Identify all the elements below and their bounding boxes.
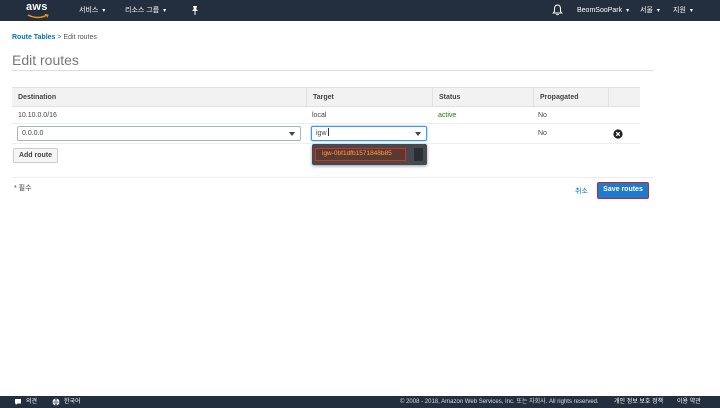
aws-smile-icon [27,14,49,19]
chevron-down-icon: ▾ [689,8,693,14]
chevron-down-icon: ▾ [102,8,106,14]
user-menu-label: BeomSooPark [577,7,623,14]
bottom-bar: 의견 한국어 © 2008 - 2018, Amazon Web Service… [0,396,720,408]
breadcrumb-current: Edit routes [63,34,97,41]
user-menu[interactable]: BeomSooPark ▾ [577,0,629,21]
feedback-link[interactable]: 의견 [26,396,37,408]
save-routes-button[interactable]: Save routes [597,182,649,199]
destination-select-value: 0.0.0.0 [22,130,44,137]
target-select-input[interactable]: igw [311,126,427,141]
chevron-down-icon: ▾ [656,8,660,14]
remove-route-icon[interactable] [613,129,623,139]
region-menu[interactable]: 서울 ▾ [640,0,660,21]
support-menu-label: 지원 [673,7,686,14]
route-destination-cell: 10.10.0.0/16 [18,112,57,119]
resource-groups-menu[interactable]: 리소스 그룹 ▾ [125,0,166,21]
row-divider [12,123,640,124]
resource-groups-menu-label: 리소스 그룹 [125,7,160,14]
caret-down-icon [415,132,421,136]
table-header: Destination Target Status Propagated [12,87,640,107]
support-menu[interactable]: 지원 ▾ [673,0,693,21]
privacy-policy-link[interactable]: 개인 정보 보호 정책 [614,396,663,408]
aws-logo[interactable]: aws [26,1,54,20]
column-header-propagated: Propagated [533,88,608,107]
top-navigation-bar: aws 서비스 ▾ 리소스 그룹 ▾ BeomSooPark ▾ 서울 ▾ 지원 ▾ [0,0,720,21]
feedback-icon [15,399,21,405]
target-select-value: igw [316,130,327,137]
title-divider [12,70,653,71]
pin-icon[interactable] [189,4,201,16]
breadcrumb-separator: > [57,34,62,41]
route-status-cell: active [438,112,457,119]
terms-link[interactable]: 이용 약관 [677,396,701,408]
column-header-destination: Destination [18,94,57,101]
services-menu-label: 서비스 [79,7,99,14]
text-cursor [327,128,329,136]
caret-down-icon [289,132,295,136]
language-selector[interactable]: 한국어 [64,396,81,408]
target-autocomplete-dropdown: igw-0bf1dfb1571848b85 [312,144,427,165]
edit-row-propagated-cell: No [538,130,547,137]
bell-icon[interactable] [552,4,563,16]
chevron-down-icon: ▾ [626,8,630,14]
destination-select[interactable]: 0.0.0.0 [17,126,301,141]
route-target-cell: local [312,112,327,119]
globe-icon [52,398,60,406]
route-propagated-cell: No [538,112,547,119]
region-menu-label: 서울 [640,7,653,14]
required-note: * 필수 [14,185,32,192]
chevron-down-icon: ▾ [163,8,167,14]
services-menu[interactable]: 서비스 ▾ [79,0,105,21]
form-footer-divider [12,177,653,178]
column-header-status: Status [432,88,533,107]
dropdown-scrollbar[interactable] [414,148,423,161]
cancel-button[interactable]: 취소 [575,186,588,196]
breadcrumb-route-tables-link[interactable]: Route Tables [12,34,55,41]
dropdown-option-igw[interactable]: igw-0bf1dfb1571848b85 [315,148,406,161]
add-route-button[interactable]: Add route [13,148,58,163]
column-header-actions [608,88,640,107]
copyright-text: © 2008 - 2018, Amazon Web Services, Inc.… [400,399,599,405]
page-title: Edit routes [12,52,79,68]
aws-logo-text: aws [26,1,48,13]
column-header-target: Target [306,88,432,107]
breadcrumb: Route Tables > Edit routes [12,34,97,41]
